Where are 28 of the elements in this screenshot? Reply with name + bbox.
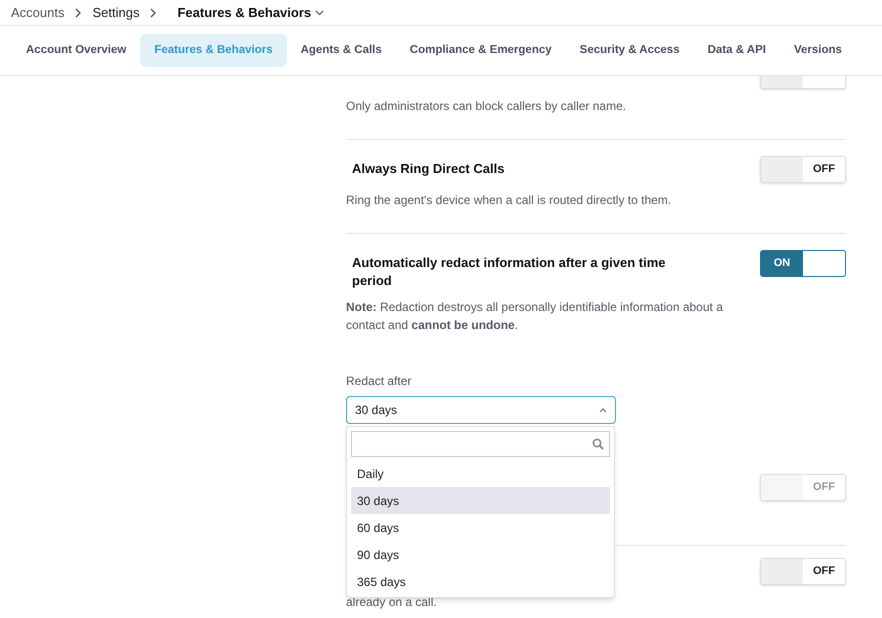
tab[interactable]: Agents & Calls — [286, 34, 396, 68]
toggle-switch[interactable]: OFF — [760, 156, 846, 183]
tab[interactable]: Versions — [780, 34, 856, 68]
caret-up-icon — [599, 408, 607, 412]
toggle-switch[interactable]: ON — [760, 250, 846, 277]
breadcrumb-link[interactable]: Accounts — [11, 2, 64, 22]
dropdown-option[interactable]: 30 days — [351, 487, 610, 514]
chevron-right-icon — [149, 8, 158, 18]
search-icon — [592, 438, 604, 450]
chevron-right-icon — [74, 8, 82, 18]
setting-title: Automatically redact information after a given time period — [351, 254, 667, 290]
toggle-switch: OFF — [760, 474, 846, 501]
setting-description: already on a call. — [346, 594, 438, 611]
setting-description: Note: Redaction destroys all personally identifiable information about a contact and cannot be undone. — [346, 299, 724, 334]
breadcrumb-link[interactable]: Settings — [92, 2, 140, 22]
toggle-switch[interactable]: OFF — [760, 558, 846, 585]
search-field[interactable] — [351, 431, 610, 457]
breadcrumb-link[interactable]: Features & Behaviors — [177, 2, 312, 22]
setting-title: Always Ring Direct Calls — [351, 160, 506, 178]
tab[interactable]: Compliance & Emergency — [396, 34, 566, 68]
caret-down-icon[interactable] — [315, 10, 324, 16]
tab[interactable]: Security & Access — [566, 34, 694, 68]
dropdown-select[interactable]: 30 days — [346, 396, 616, 424]
tab[interactable]: Account Overview — [12, 34, 140, 68]
tab[interactable]: Data & API — [694, 34, 780, 68]
setting-description: Ring the agent's device when a call is routed directly to them. — [346, 192, 672, 209]
setting-description: Only administrators can block callers by caller name. — [346, 98, 628, 115]
field-label: Redact after — [346, 374, 412, 388]
